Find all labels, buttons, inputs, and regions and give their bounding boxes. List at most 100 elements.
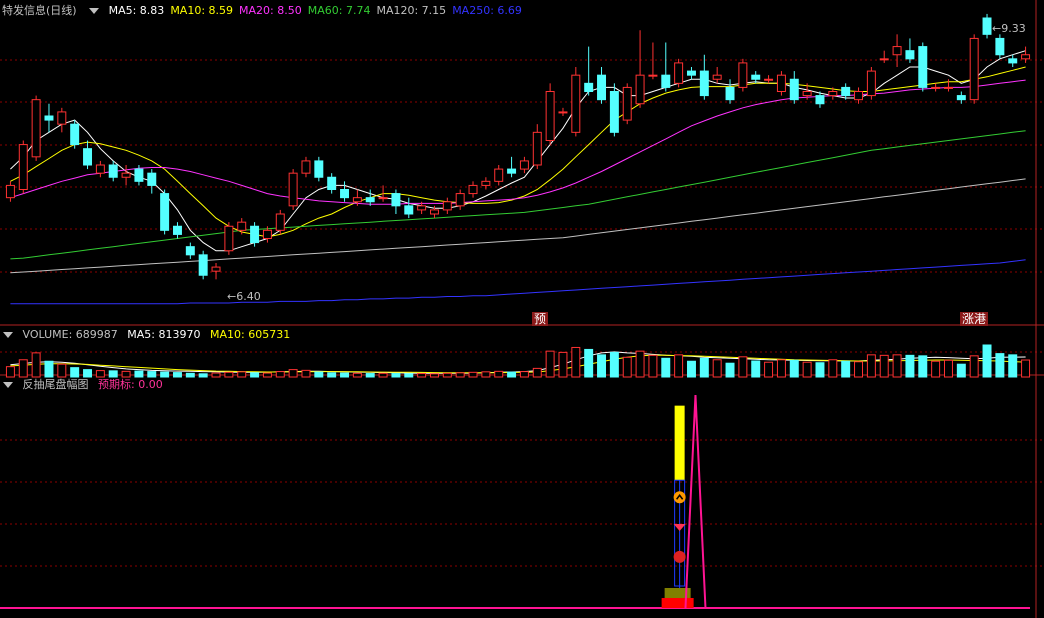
candle-up xyxy=(558,111,568,114)
candle-down xyxy=(391,193,401,207)
candle-up xyxy=(429,209,439,215)
candle-down xyxy=(686,70,696,76)
candle-down xyxy=(815,95,825,105)
candle-down xyxy=(108,164,118,178)
candle-down xyxy=(70,123,80,146)
volume-bar xyxy=(327,372,337,378)
volume-bar xyxy=(262,372,272,378)
candle-up xyxy=(764,78,774,81)
candle-down xyxy=(918,46,928,88)
volume-bar xyxy=(18,359,28,378)
candle-down xyxy=(982,17,992,35)
rise-signal-badge: 涨港 xyxy=(960,312,989,326)
volume-bar xyxy=(314,371,324,378)
volume-bar xyxy=(661,357,671,378)
price-header: 特发信息(日线) MA5: 8.83 MA10: 8.59 MA20: 8.50 MA… xyxy=(0,3,534,19)
volume-bar xyxy=(828,359,838,378)
volume-bar xyxy=(802,361,812,378)
volume-bar xyxy=(417,373,427,378)
candle-up xyxy=(674,62,684,84)
volume-bar xyxy=(468,371,478,378)
candle-up xyxy=(931,86,941,89)
candle-down xyxy=(198,254,208,276)
volume-bar xyxy=(31,352,41,378)
candle-down xyxy=(584,82,594,93)
volume-bar xyxy=(597,354,607,378)
candle-down xyxy=(327,176,337,190)
volume-bar xyxy=(211,372,221,378)
indicator-header: 反抽尾盘幅图 预期标: 0.00 xyxy=(0,377,169,393)
candle-down xyxy=(365,197,375,203)
volume-bar xyxy=(340,372,350,378)
candle-up xyxy=(5,184,15,199)
volume-bar xyxy=(494,370,504,378)
candle-down xyxy=(172,225,182,235)
volume-bar xyxy=(83,369,93,378)
candle-up xyxy=(892,46,902,56)
ma-labels: MA5: 8.83 MA10: 8.59 MA20: 8.50 MA60: 7.74 M… xyxy=(109,4,528,17)
candle-down xyxy=(995,37,1005,56)
candle-up xyxy=(519,160,529,170)
ma-label-4: MA120: 7.15 xyxy=(376,4,447,17)
candle-up xyxy=(455,193,465,207)
ma-label-1: MA10: 8.59 xyxy=(170,4,234,17)
volume-bar xyxy=(442,372,452,378)
candle-up xyxy=(712,74,722,80)
dropdown-triangle-icon[interactable] xyxy=(3,332,13,338)
volume-bar xyxy=(198,373,208,378)
stock-title: 特发信息(日线) xyxy=(2,4,77,17)
candle-up xyxy=(532,131,542,166)
candle-down xyxy=(699,70,709,97)
high-price-label: ←9.33 xyxy=(992,22,1026,35)
volume-bar xyxy=(571,346,581,378)
candle-up xyxy=(571,74,581,133)
candle-down xyxy=(597,74,607,101)
volume-title: VOLUME: 689987 xyxy=(22,328,118,341)
volume-bar xyxy=(481,371,491,378)
ma-label-3: MA60: 7.74 xyxy=(307,4,371,17)
volume-bar xyxy=(185,372,195,378)
volume-bar xyxy=(1021,359,1031,378)
candle-down xyxy=(83,148,93,166)
candle-down xyxy=(1008,58,1018,64)
candle-up xyxy=(224,225,234,252)
candle-down xyxy=(507,168,517,174)
pre-signal-badge: 预 xyxy=(532,312,549,326)
volume-bar xyxy=(751,360,761,378)
volume-bar xyxy=(57,363,67,378)
volume-bar xyxy=(854,361,864,378)
dropdown-triangle-icon[interactable] xyxy=(3,382,13,388)
volume-bar xyxy=(378,372,388,378)
volume-bar xyxy=(648,354,658,378)
candle-down xyxy=(340,189,350,199)
candle-up xyxy=(262,229,272,239)
candle-up xyxy=(301,160,311,174)
candle-up xyxy=(121,172,131,178)
volume-bar xyxy=(943,359,953,378)
candle-up xyxy=(545,91,555,141)
volume-bar xyxy=(841,360,851,378)
dropdown-triangle-icon[interactable] xyxy=(89,8,100,14)
indicator-panel xyxy=(0,394,1030,609)
buy-signal-icon xyxy=(673,550,686,563)
ma-label-5: MA250: 6.69 xyxy=(452,4,522,17)
volume-bar xyxy=(172,372,182,378)
candle-up xyxy=(468,184,478,195)
candle-up xyxy=(95,164,105,174)
volume-bar xyxy=(969,355,979,378)
candle-up xyxy=(943,86,953,89)
candle-up xyxy=(57,111,67,125)
signal-yellow-bar xyxy=(674,405,685,481)
candle-up xyxy=(481,180,491,186)
ma-line-ma20 xyxy=(10,79,1026,205)
candle-up xyxy=(1021,54,1031,60)
volume-bar xyxy=(224,371,234,378)
candlesticks xyxy=(5,13,1031,280)
volume-bar xyxy=(725,362,735,378)
volume-bar xyxy=(776,359,786,378)
candle-up xyxy=(866,70,876,97)
volume-bar xyxy=(956,363,966,378)
candle-up xyxy=(275,213,285,231)
diamond-icon xyxy=(673,524,686,532)
low-price-label: ←6.40 xyxy=(227,290,261,303)
